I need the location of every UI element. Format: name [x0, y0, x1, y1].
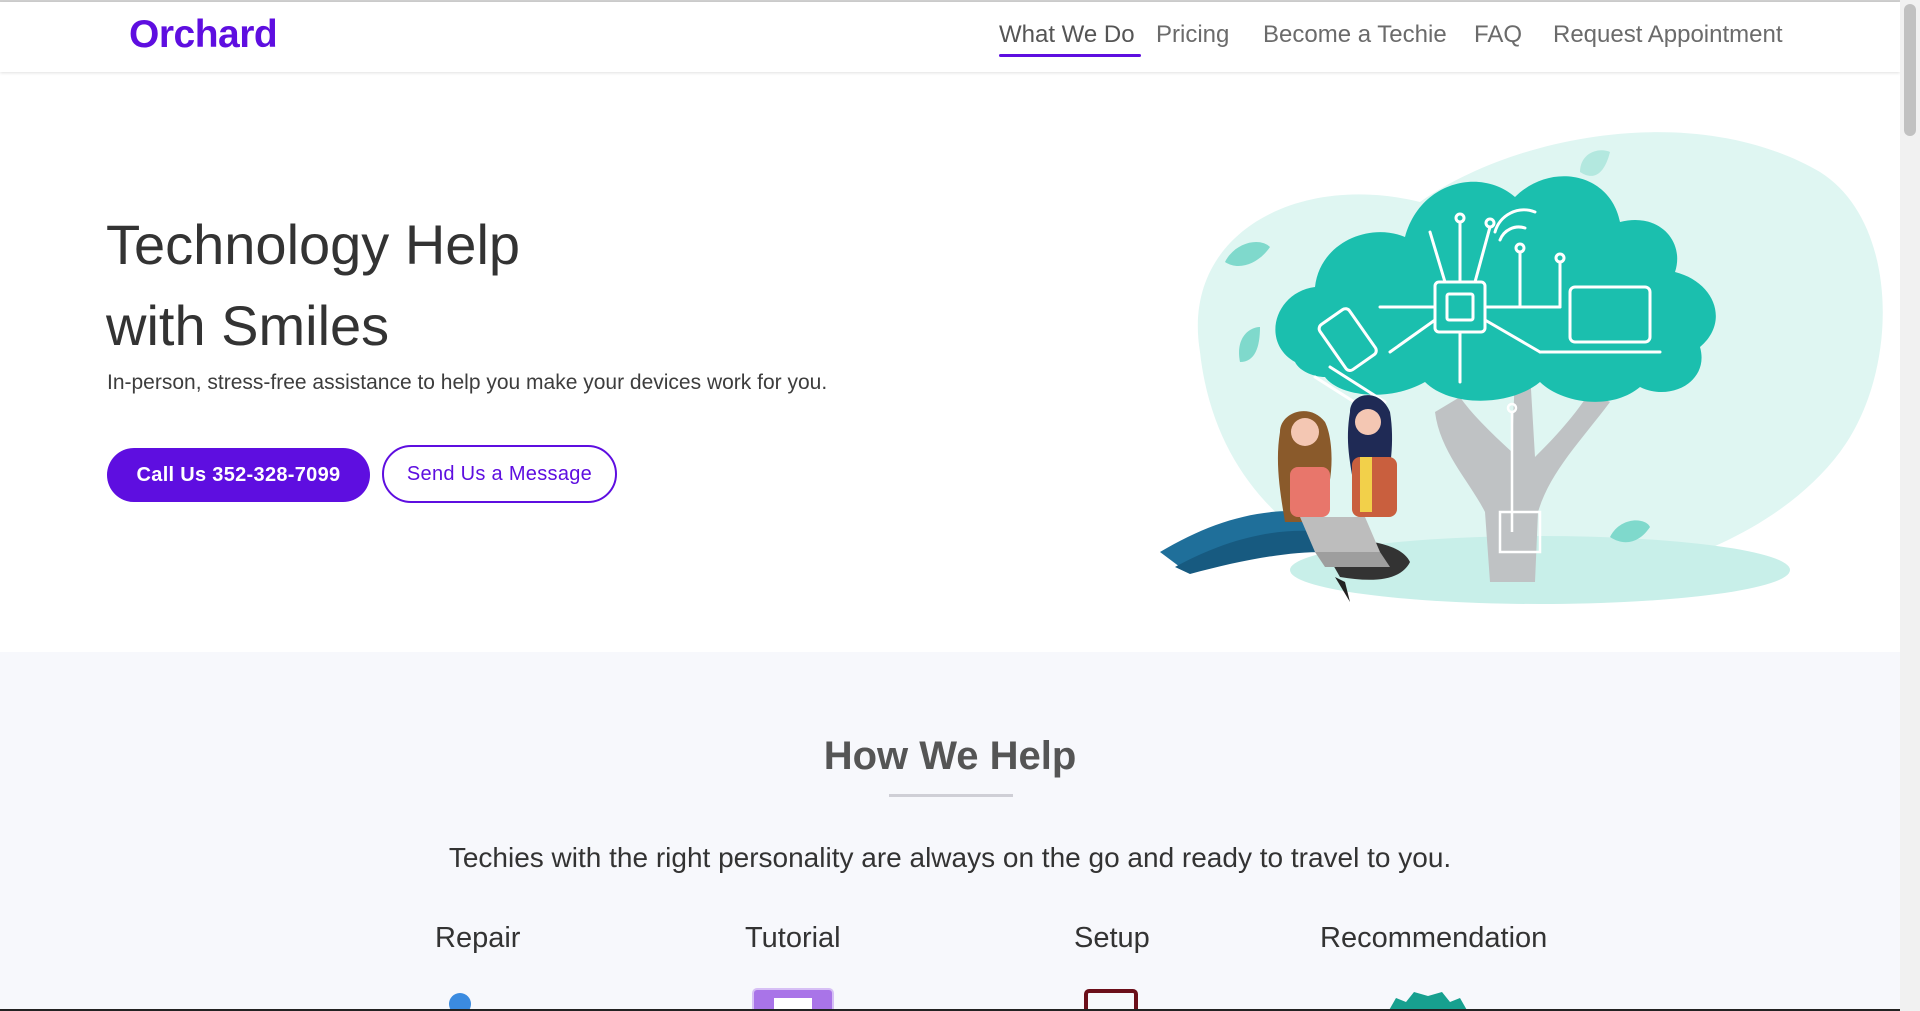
scrollbar-thumb[interactable]	[1904, 4, 1916, 136]
nav-item-pricing[interactable]: Pricing	[1156, 21, 1229, 49]
how-we-help-section: How We Help Techies with the right perso…	[0, 652, 1900, 1011]
repair-icon	[449, 993, 471, 1011]
service-recommendation-label: Recommendation	[1320, 922, 1548, 954]
nav-item-faq[interactable]: FAQ	[1474, 21, 1522, 49]
site-header: Orchard What We Do Pricing Become a Tech…	[0, 2, 1900, 72]
send-message-button[interactable]: Send Us a Message	[382, 445, 617, 503]
nav-active-underline	[999, 54, 1141, 57]
hero-title-line1: Technology Help	[106, 213, 521, 276]
tree-with-people-illustration	[1160, 132, 1883, 604]
service-setup-label: Setup	[1074, 922, 1150, 954]
nav-item-request-appointment[interactable]: Request Appointment	[1553, 21, 1783, 49]
call-us-button[interactable]: Call Us 352-328-7099	[107, 448, 370, 502]
setup-icon	[1084, 989, 1138, 1011]
hero-title-line2: with Smiles	[106, 294, 390, 357]
nav-item-what-we-do[interactable]: What We Do	[999, 21, 1135, 49]
how-we-help-title: How We Help	[823, 734, 1077, 778]
recommendation-icon	[1388, 992, 1468, 1011]
how-we-help-subtitle: Techies with the right personality are a…	[448, 842, 1452, 873]
page-scrollbar[interactable]	[1900, 0, 1920, 1011]
hero-subtitle: In-person, stress-free assistance to hel…	[107, 371, 828, 394]
service-repair-label: Repair	[435, 922, 521, 954]
page: Orchard What We Do Pricing Become a Tech…	[0, 0, 1920, 1011]
tutorial-icon	[752, 988, 834, 1011]
how-we-help-underline	[889, 794, 1013, 797]
hero-title: Technology Help with Smiles	[106, 204, 520, 366]
brand-logo[interactable]: Orchard	[129, 13, 278, 57]
service-tutorial-label: Tutorial	[745, 922, 841, 954]
hero-section: Technology Help with Smiles In-person, s…	[0, 72, 1900, 652]
nav-item-become-a-techie[interactable]: Become a Techie	[1263, 21, 1447, 49]
